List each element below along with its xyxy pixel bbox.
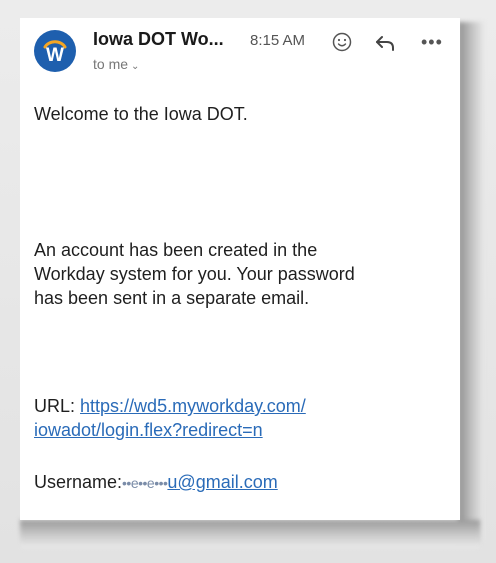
card-shadow-right bbox=[458, 22, 484, 542]
login-url-link[interactable]: https://wd5.myworkday.com/ bbox=[80, 396, 306, 416]
reply-icon[interactable] bbox=[374, 34, 396, 52]
paragraph-line: Workday system for you. Your password bbox=[34, 264, 355, 284]
url-block: URL: https://wd5.myworkday.com/ iowadot/… bbox=[34, 394, 444, 442]
username-email-link[interactable]: u@gmail.com bbox=[167, 472, 277, 492]
paragraph-line: An account has been created in the bbox=[34, 240, 318, 260]
email-card: W Iowa DOT Wo... 8:15 AM ••• to me ⌄ Welc… bbox=[20, 18, 460, 520]
login-url-link-continued[interactable]: iowadot/login.flex?redirect=n bbox=[34, 420, 263, 440]
email-paragraph: An account has been created in the Workd… bbox=[34, 238, 444, 310]
recipient-line[interactable]: to me ⌄ bbox=[93, 56, 139, 72]
workday-logo-icon[interactable]: W bbox=[34, 30, 76, 72]
username-obscured: ••e••e••• bbox=[122, 475, 168, 491]
recipient-label: to me bbox=[93, 56, 129, 72]
more-options-icon[interactable]: ••• bbox=[421, 32, 443, 53]
avatar-letter: W bbox=[46, 45, 64, 66]
url-label: URL: bbox=[34, 396, 76, 416]
chevron-down-icon: ⌄ bbox=[131, 61, 140, 72]
email-greeting: Welcome to the Iowa DOT. bbox=[34, 104, 248, 124]
email-header: W Iowa DOT Wo... 8:15 AM ••• to me ⌄ bbox=[20, 18, 460, 88]
username-label: Username: bbox=[34, 472, 123, 492]
paragraph-line: has been sent in a separate email. bbox=[34, 288, 310, 308]
sender-name[interactable]: Iowa DOT Wo... bbox=[93, 29, 224, 50]
email-time: 8:15 AM bbox=[250, 32, 306, 49]
username-line: Username:••e••e•••u@gmail.com bbox=[34, 470, 444, 495]
emoji-reaction-icon[interactable] bbox=[332, 32, 352, 52]
card-shadow-bottom bbox=[20, 520, 480, 548]
